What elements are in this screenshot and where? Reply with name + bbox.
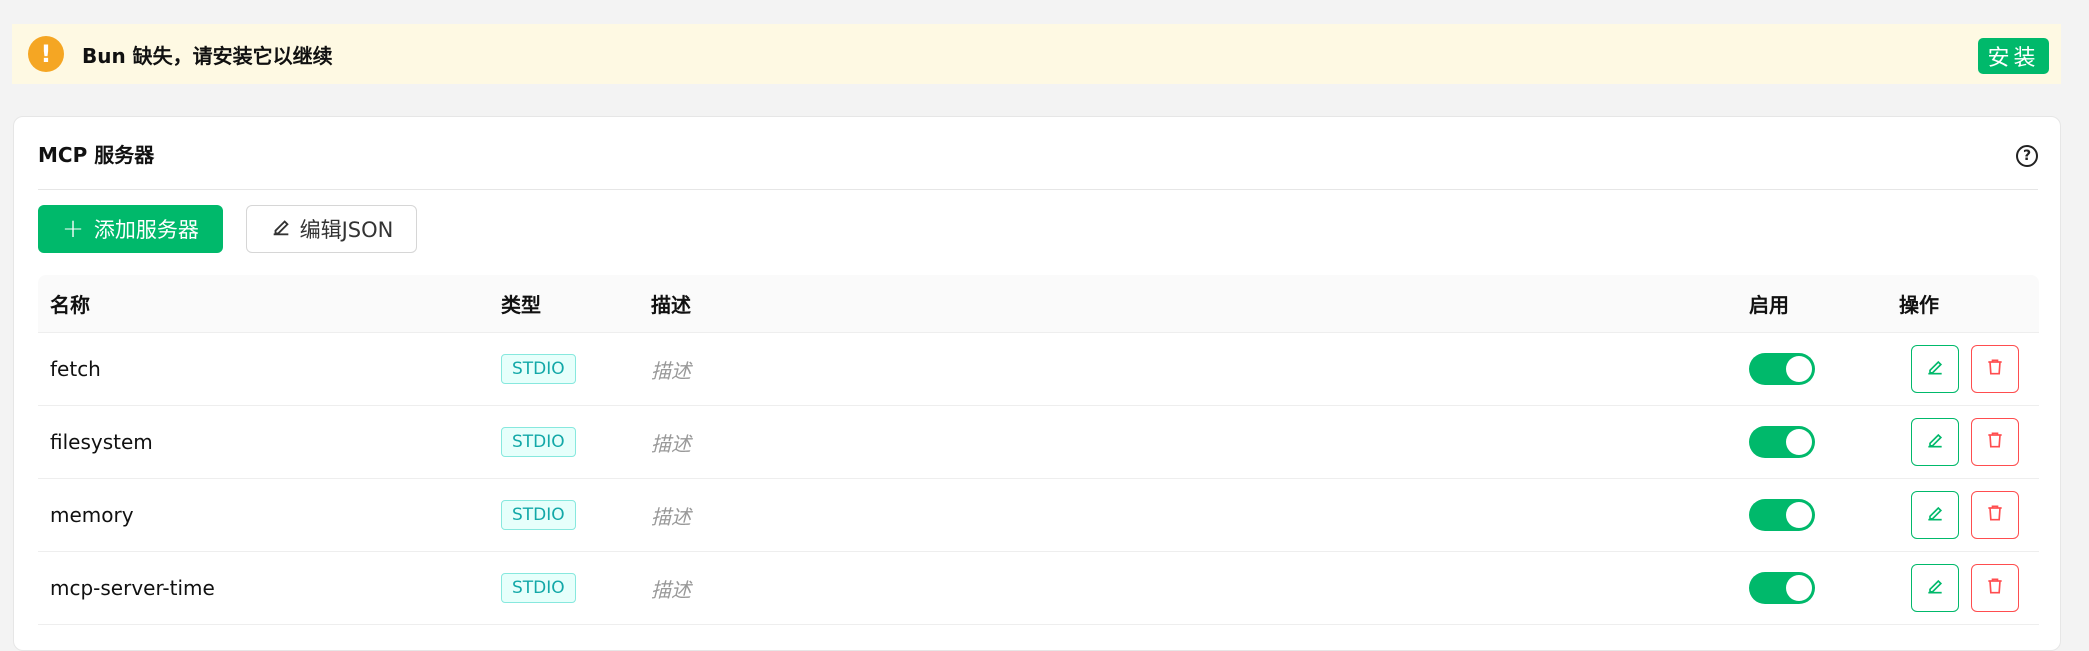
- edit-json-label: 编辑JSON: [299, 218, 394, 242]
- pencil-icon: [1925, 503, 1945, 527]
- description-cell: 描述: [651, 431, 691, 456]
- server-name: memory: [50, 503, 134, 527]
- column-header-description: 描述: [651, 293, 691, 317]
- delete-button[interactable]: [1971, 564, 2019, 612]
- table-row: mcp-server-time STDIO 描述: [38, 552, 2039, 625]
- edit-button[interactable]: [1911, 418, 1959, 466]
- column-header-actions: 操作: [1899, 293, 1939, 317]
- table-header: 名称 类型 描述 启用 操作: [38, 275, 2039, 333]
- column-header-name: 名称: [50, 293, 90, 317]
- delete-button[interactable]: [1971, 491, 2019, 539]
- server-name: fetch: [50, 357, 101, 381]
- column-header-type: 类型: [501, 293, 541, 317]
- enable-toggle[interactable]: [1749, 426, 1815, 458]
- edit-button[interactable]: [1911, 491, 1959, 539]
- type-tag: STDIO: [501, 573, 576, 603]
- server-name: filesystem: [50, 430, 153, 454]
- trash-icon: [1985, 503, 2005, 527]
- servers-table: 名称 类型 描述 启用 操作 fetch STDIO 描述 filesystem…: [38, 275, 2039, 625]
- exclamation-icon: !: [28, 36, 64, 72]
- trash-icon: [1985, 430, 2005, 454]
- enable-toggle[interactable]: [1749, 572, 1815, 604]
- description-cell: 描述: [651, 504, 691, 529]
- install-button[interactable]: 安装: [1978, 38, 2049, 74]
- edit-button[interactable]: [1911, 564, 1959, 612]
- column-header-enabled: 启用: [1749, 293, 1789, 317]
- table-row: fetch STDIO 描述: [38, 333, 2039, 406]
- edit-json-button[interactable]: 编辑JSON: [246, 205, 417, 253]
- toolbar: + 添加服务器 编辑JSON: [38, 205, 417, 253]
- table-row: filesystem STDIO 描述: [38, 406, 2039, 479]
- plus-icon: +: [62, 214, 84, 244]
- delete-button[interactable]: [1971, 345, 2019, 393]
- pencil-icon: [1925, 357, 1945, 381]
- enable-toggle[interactable]: [1749, 499, 1815, 531]
- trash-icon: [1985, 576, 2005, 600]
- type-tag: STDIO: [501, 354, 576, 384]
- add-server-label: 添加服务器: [93, 218, 199, 242]
- edit-button[interactable]: [1911, 345, 1959, 393]
- card-title: MCP 服务器: [38, 142, 155, 167]
- description-cell: 描述: [651, 577, 691, 602]
- pencil-icon: [270, 216, 292, 243]
- add-server-button[interactable]: + 添加服务器: [38, 205, 223, 253]
- type-tag: STDIO: [501, 427, 576, 457]
- pencil-icon: [1925, 576, 1945, 600]
- type-tag: STDIO: [501, 500, 576, 530]
- banner-message: Bun 缺失，请安装它以继续: [82, 43, 333, 68]
- trash-icon: [1985, 357, 2005, 381]
- delete-button[interactable]: [1971, 418, 2019, 466]
- pencil-icon: [1925, 430, 1945, 454]
- mcp-servers-card: MCP 服务器 ? + 添加服务器 编辑JSON 名称 类型 描述 启用 操作 …: [13, 116, 2061, 651]
- server-name: mcp-server-time: [50, 576, 215, 600]
- bun-missing-banner: ! Bun 缺失，请安装它以继续 安装: [12, 24, 2061, 84]
- card-header: MCP 服务器 ?: [38, 117, 2038, 190]
- description-cell: 描述: [651, 358, 691, 383]
- table-row: memory STDIO 描述: [38, 479, 2039, 552]
- question-circle-icon[interactable]: ?: [2016, 145, 2038, 167]
- enable-toggle[interactable]: [1749, 353, 1815, 385]
